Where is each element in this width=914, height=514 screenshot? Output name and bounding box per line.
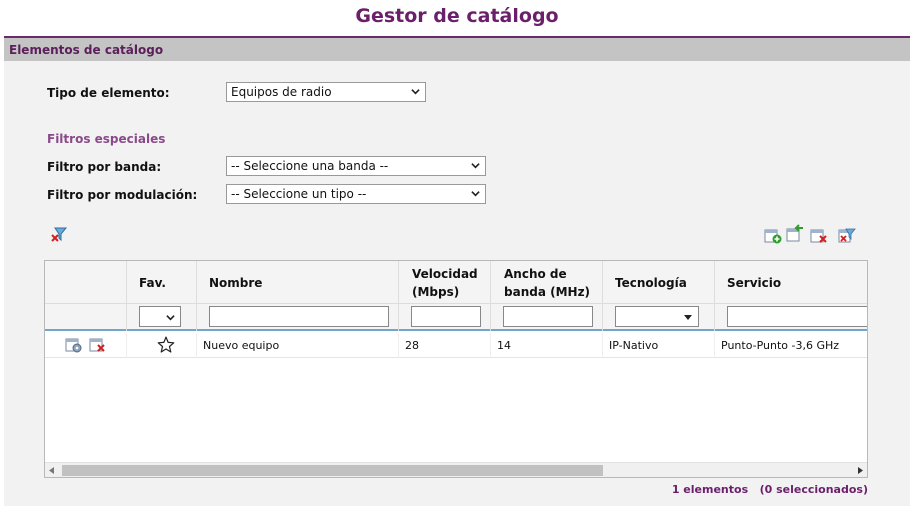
delete-icon[interactable] <box>810 226 828 244</box>
cell-ancho: 14 <box>491 333 603 358</box>
clear-filter-icon[interactable] <box>50 226 68 244</box>
col-velocidad[interactable]: Velocidad (Mbps) <box>399 261 491 304</box>
table-filter-row <box>45 304 867 331</box>
filters-heading: Filtros especiales <box>47 132 166 146</box>
tipo-select[interactable]: Equipos de radio <box>226 82 426 102</box>
cell-velocidad: 28 <box>399 333 491 358</box>
modulacion-select[interactable]: -- Seleccione un tipo -- <box>226 184 486 204</box>
tipo-label: Tipo de elemento: <box>47 86 170 100</box>
cell-servicio: Punto-Punto -3,6 GHz <box>715 333 867 358</box>
chevron-down-icon <box>471 163 480 169</box>
star-icon[interactable] <box>157 336 175 353</box>
velocidad-filter-input[interactable] <box>411 306 481 327</box>
col-nombre[interactable]: Nombre <box>197 261 399 304</box>
banda-label: Filtro por banda: <box>47 160 162 174</box>
ancho-filter-input[interactable] <box>503 306 593 327</box>
servicio-filter-input[interactable] <box>727 306 867 327</box>
selection-count: 1 elementos (0 seleccionados) <box>671 483 868 496</box>
import-icon[interactable] <box>786 224 804 242</box>
modulacion-select-value: -- Seleccione un tipo -- <box>231 187 367 201</box>
scrollbar-thumb[interactable] <box>62 465 603 476</box>
fav-filter-select[interactable] <box>139 306 181 327</box>
caret-down-icon <box>684 315 692 320</box>
details-icon[interactable] <box>65 337 82 353</box>
chevron-down-icon <box>471 191 480 197</box>
table-row[interactable]: Nuevo equipo 28 14 IP-Nativo Punto-Punto… <box>45 333 867 358</box>
scroll-right-icon[interactable] <box>857 467 863 474</box>
delete-filter-icon[interactable] <box>838 226 856 244</box>
col-servicio[interactable]: Servicio <box>715 261 867 304</box>
nombre-filter-input[interactable] <box>209 306 389 327</box>
horizontal-scrollbar[interactable] <box>45 462 867 477</box>
banda-select[interactable]: -- Seleccione una banda -- <box>226 156 486 176</box>
panel-header: Elementos de catálogo <box>4 36 910 61</box>
banda-select-value: -- Seleccione una banda -- <box>231 159 389 173</box>
col-tecnologia[interactable]: Tecnología <box>603 261 715 304</box>
remove-icon[interactable] <box>89 337 106 353</box>
col-actions <box>45 261 127 304</box>
add-icon[interactable] <box>764 226 782 244</box>
table-header-row: Fav. Nombre Velocidad (Mbps) Ancho de band… <box>45 261 867 304</box>
chevron-down-icon <box>166 315 175 321</box>
cell-nombre: Nuevo equipo <box>197 333 399 358</box>
cell-tecnologia: IP-Nativo <box>603 333 715 358</box>
page-title: Gestor de catálogo <box>355 5 559 27</box>
catalog-table: Fav. Nombre Velocidad (Mbps) Ancho de band… <box>44 260 868 478</box>
tecnologia-filter-select[interactable] <box>615 306 699 327</box>
scroll-left-icon[interactable] <box>49 467 55 474</box>
tipo-select-value: Equipos de radio <box>231 85 332 99</box>
catalog-panel: Elementos de catálogo Tipo de elemento: … <box>4 36 910 506</box>
col-fav[interactable]: Fav. <box>127 261 197 304</box>
col-ancho[interactable]: Ancho de banda (MHz) <box>491 261 603 304</box>
chevron-down-icon <box>411 89 420 95</box>
modulacion-label: Filtro por modulación: <box>47 188 198 202</box>
